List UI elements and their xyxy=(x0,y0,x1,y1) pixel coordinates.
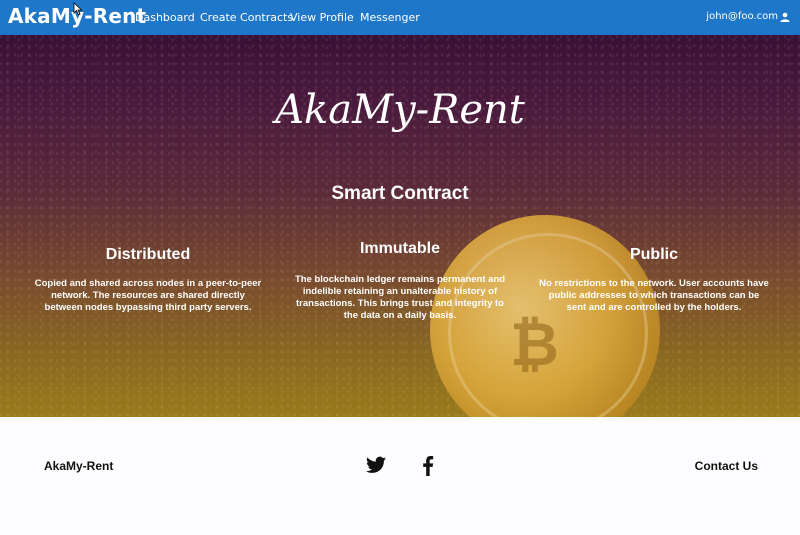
facebook-link[interactable] xyxy=(422,456,434,476)
mouse-cursor-icon xyxy=(73,2,83,16)
contact-us-link[interactable]: Contact Us xyxy=(695,459,758,473)
nav-link-messenger[interactable]: Messenger xyxy=(360,11,420,24)
feature-immutable: Immutable The blockchain ledger remains … xyxy=(288,240,512,322)
section-title: Smart Contract xyxy=(331,183,469,204)
nav-link-dashboard[interactable]: Dashboard xyxy=(135,11,195,24)
feature-distributed: Distributed Copied and shared across nod… xyxy=(32,246,264,314)
footer-brand: AkaMy-Rent xyxy=(44,459,114,473)
feature-title: Immutable xyxy=(359,240,440,257)
twitter-icon xyxy=(366,456,386,473)
feature-text: Copied and shared across nodes in a peer… xyxy=(34,278,262,313)
nav-link-create-contracts[interactable]: Create Contracts xyxy=(200,11,293,24)
feature-public: Public No restrictions to the network. U… xyxy=(538,246,770,314)
user-email: john@foo.com xyxy=(706,11,778,22)
hero-banner: ₿ AkaMy-Rent Smart Contract Distributed … xyxy=(0,35,800,417)
user-menu[interactable]: john@foo.com xyxy=(706,11,790,22)
feature-text: The blockchain ledger remains permanent … xyxy=(294,274,506,321)
twitter-link[interactable] xyxy=(366,456,386,474)
hero-title: AkaMy-Rent xyxy=(275,87,525,133)
navbar: AkaMy-Rent Dashboard Create Contracts Vi… xyxy=(0,0,800,35)
feature-title: Public xyxy=(629,246,678,263)
user-icon xyxy=(780,12,790,22)
feature-text: No restrictions to the network. User acc… xyxy=(539,278,769,313)
facebook-icon xyxy=(423,456,434,476)
feature-title: Distributed xyxy=(105,246,191,263)
nav-link-view-profile[interactable]: View Profile xyxy=(290,11,354,24)
